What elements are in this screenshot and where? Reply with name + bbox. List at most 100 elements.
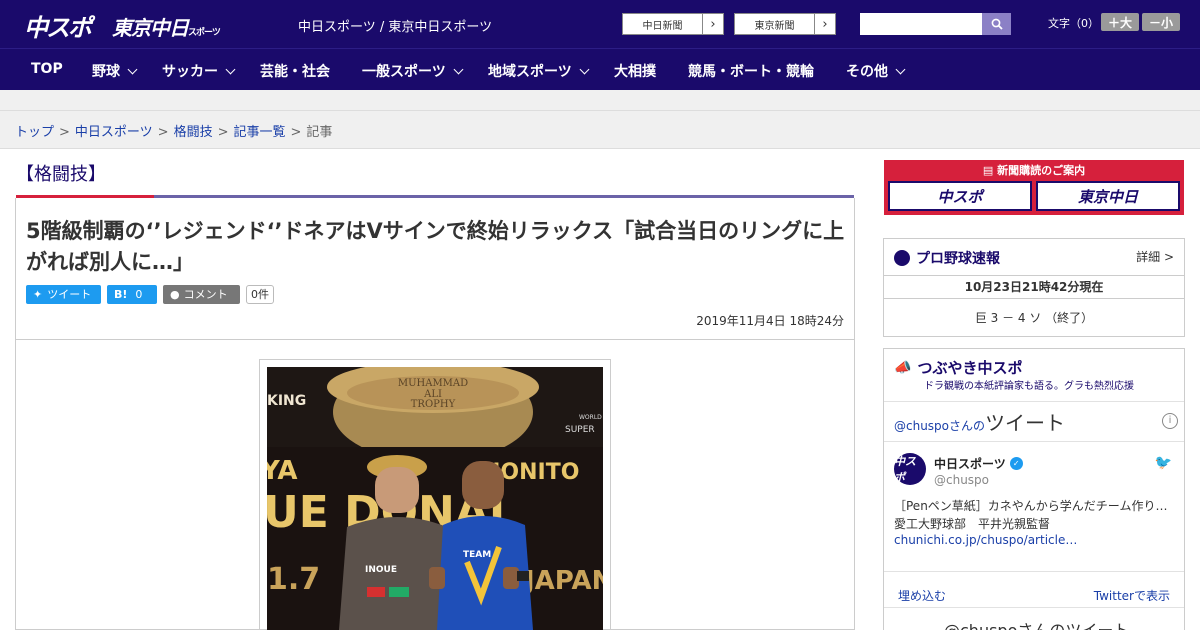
tweet-link[interactable]: chunichi.co.jp/chuspo/article… xyxy=(894,533,1077,547)
nav-label: TOP xyxy=(31,61,63,77)
nav-local-sports[interactable]: 地域スポーツ xyxy=(488,61,590,81)
banner-text-left: KING xyxy=(267,393,306,409)
subscription-banner[interactable]: ▤ 新聞購読のご案内 中スポ 東京中日 xyxy=(884,160,1184,215)
search-input[interactable] xyxy=(860,13,982,35)
timeline-word: ツイート xyxy=(985,411,1066,435)
nav-label: 大相撲 xyxy=(614,64,656,80)
view-on-twitter-link[interactable]: Twitterで表示 xyxy=(1094,587,1170,604)
ext-link-label: 東京新聞 xyxy=(735,14,815,34)
hatena-count: 0 xyxy=(135,287,143,301)
score-updated-time: 10月23日21時42分現在 xyxy=(884,275,1184,299)
search-icon xyxy=(991,18,1003,30)
nav-label: 野球 xyxy=(92,64,120,80)
article-headline: 5階級制覇の‘’レジェンド‘’ドネアはVサインで終始リラックス「試合当日のリング… xyxy=(26,219,845,274)
chevron-right-icon: › xyxy=(710,16,716,32)
chevron-down-icon xyxy=(127,64,138,74)
breadcrumb-separator: > xyxy=(157,125,169,140)
subscription-title: ▤ 新聞購読のご案内 xyxy=(884,162,1184,178)
hatena-bookmark-button[interactable]: B! 0 xyxy=(107,284,157,304)
timeline-handle: @chuspoさんの xyxy=(894,419,986,433)
subscribe-tokyo-button[interactable]: 東京中日 xyxy=(1036,181,1180,211)
chuspo-logo[interactable]: 中スポ xyxy=(24,8,92,43)
nav-label: 競馬・ボート・競輪 xyxy=(688,64,814,80)
baseball-widget-title: プロ野球速報 xyxy=(894,248,1000,268)
article-divider xyxy=(15,339,855,340)
nav-other[interactable]: その他 xyxy=(846,61,906,81)
nav-top[interactable]: TOP xyxy=(31,61,63,77)
breadcrumb-link-list[interactable]: 記事一覧 xyxy=(234,125,286,140)
nav-baseball[interactable]: 野球 xyxy=(92,61,138,81)
nav-label: 地域スポーツ xyxy=(488,64,572,80)
tweets-title: 📣 つぶやき中スポ xyxy=(894,357,1022,378)
nav-label: 一般スポーツ xyxy=(362,64,446,80)
trophy-text-1: MUHAMMAD xyxy=(398,378,468,389)
poster-text-japan: JAPAN xyxy=(523,566,603,596)
divider xyxy=(884,571,1184,572)
info-icon[interactable]: i xyxy=(1162,413,1178,429)
chevron-down-icon xyxy=(895,64,906,74)
subscription-title-text: 新聞購読のご案内 xyxy=(997,164,1086,177)
breadcrumb: トップ > 中日スポーツ > 格闘技 > 記事一覧 > 記事 xyxy=(15,121,332,140)
font-smaller-button[interactable]: －小 xyxy=(1142,13,1180,31)
tokyo-chunichi-logo[interactable]: 東京中日スポーツ xyxy=(112,12,221,41)
nav-racing[interactable]: 競馬・ボート・競輪 xyxy=(688,61,814,81)
article-photo[interactable]: MUHAMMAD ALI TROPHY KING WORLD SUPER YA … xyxy=(267,367,603,630)
breadcrumb-link-top[interactable]: トップ xyxy=(15,125,54,140)
twitter-icon: ✦ xyxy=(33,287,43,301)
breadcrumb-link-chuspo[interactable]: 中日スポーツ xyxy=(75,125,153,140)
site-links[interactable]: 中日スポーツ / 東京中日スポーツ xyxy=(298,16,492,35)
category-title: 【格闘技】 xyxy=(16,164,106,185)
header-gap xyxy=(0,90,1200,111)
breadcrumb-separator: > xyxy=(290,125,302,140)
share-buttons: ✦ ツイート B! 0 ● コメント 0件 xyxy=(26,284,274,304)
breadcrumb-separator: > xyxy=(217,125,229,140)
tokyo-logo-small: スポーツ xyxy=(188,28,221,38)
hatena-icon: B! xyxy=(114,287,128,301)
right-shirt-text: TEAM xyxy=(463,550,491,560)
account-handle[interactable]: @chuspo xyxy=(934,473,989,487)
account-name-text: 中日スポーツ xyxy=(934,457,1006,471)
boxers-photo: MUHAMMAD ALI TROPHY KING WORLD SUPER YA … xyxy=(267,367,603,630)
comment-button[interactable]: ● コメント xyxy=(163,284,240,304)
twitter-bird-icon[interactable]: 🐦 xyxy=(1155,455,1172,471)
twitter-widget: 📣 つぶやき中スポ ドラ観戦の本紙評論家も語る。グラも熱烈応援 @chuspoさ… xyxy=(883,348,1185,630)
nav-general-sports[interactable]: 一般スポーツ xyxy=(362,61,464,81)
tokyo-shimbun-link[interactable]: 東京新聞 › xyxy=(734,13,836,35)
tweet-button[interactable]: ✦ ツイート xyxy=(26,284,101,304)
chunichi-shimbun-link[interactable]: 中日新聞 › xyxy=(622,13,724,35)
newspaper-icon: ▤ xyxy=(982,164,998,177)
chevron-down-icon xyxy=(225,64,236,74)
timeline-header[interactable]: @chuspoさんのツイート xyxy=(894,407,1065,436)
divider xyxy=(884,401,1184,402)
verified-badge-icon: ✓ xyxy=(1009,457,1023,470)
breadcrumb-separator: > xyxy=(59,125,70,140)
avatar[interactable]: 中スポ xyxy=(894,453,926,485)
tweet-label: ツイート xyxy=(47,288,92,301)
baseball-scores-widget: プロ野球速報 詳細 > 10月23日21時42分現在 巨 3 － 4 ソ （終了… xyxy=(883,238,1185,337)
subscribe-chuspo-button[interactable]: 中スポ xyxy=(888,181,1032,211)
account-name[interactable]: 中日スポーツ ✓ xyxy=(934,455,1023,472)
divider xyxy=(884,441,1184,442)
nav-soccer[interactable]: サッカー xyxy=(162,61,236,81)
breadcrumb-link-category[interactable]: 格闘技 xyxy=(174,125,213,140)
search-button[interactable] xyxy=(982,13,1011,35)
comment-icon: ● xyxy=(170,287,180,301)
tokyo-logo-text: 東京中日 xyxy=(112,16,189,40)
main-nav: TOP 野球 サッカー 芸能・社会 一般スポーツ 地域スポーツ 大相撲 競馬・ボ… xyxy=(0,48,1200,90)
score-line[interactable]: 巨 3 － 4 ソ （終了） xyxy=(884,309,1184,326)
nav-label: 芸能・社会 xyxy=(260,64,330,80)
banner-text-right-bottom: SUPER xyxy=(565,425,595,435)
embed-link[interactable]: 埋め込む xyxy=(898,587,946,604)
nav-sumo[interactable]: 大相撲 xyxy=(614,61,656,81)
comment-count: 0件 xyxy=(246,284,274,304)
baseball-details-link[interactable]: 詳細 > xyxy=(1136,248,1174,265)
chevron-right-icon: › xyxy=(822,16,828,32)
banner-text-right-top: WORLD xyxy=(579,414,602,421)
tweets-subtitle: ドラ観戦の本紙評論家も語る。グラも熱烈応援 xyxy=(924,381,1134,392)
chevron-down-icon xyxy=(453,64,464,74)
nav-entertainment[interactable]: 芸能・社会 xyxy=(260,61,330,81)
font-size-label: 文字（0） xyxy=(1048,17,1099,30)
font-larger-button[interactable]: ＋大 xyxy=(1101,13,1139,31)
breadcrumb-current: 記事 xyxy=(306,125,333,140)
timeline-next-title: @chuspoさんのツイート xyxy=(944,617,1129,630)
